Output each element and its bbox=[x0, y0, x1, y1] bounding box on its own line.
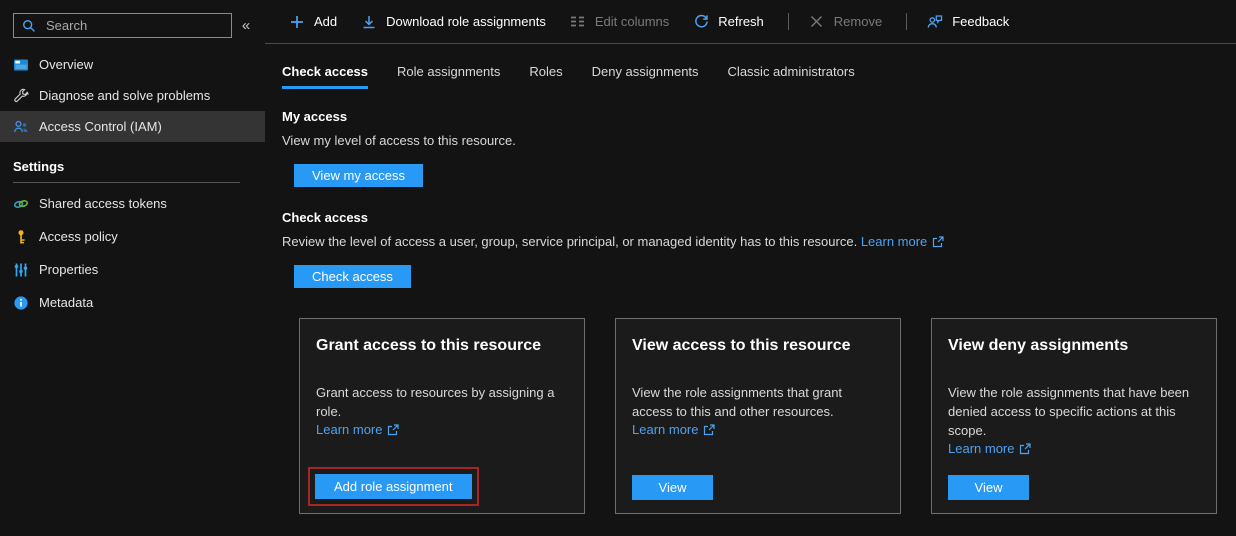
add-button[interactable]: Add bbox=[289, 14, 337, 30]
check-access-description-text: Review the level of access a user, group… bbox=[282, 234, 857, 249]
grant-access-card: Grant access to this resource Grant acce… bbox=[299, 318, 585, 514]
sidebar-item-access-control-iam[interactable]: Access Control (IAM) bbox=[0, 111, 265, 142]
wrench-icon bbox=[13, 88, 29, 104]
command-bar: Add Download role assignments Edit colum… bbox=[265, 0, 1236, 44]
tab-role-assignments[interactable]: Role assignments bbox=[397, 64, 500, 89]
card-title: Grant access to this resource bbox=[316, 336, 568, 356]
sidebar-item-label: Access Control (IAM) bbox=[39, 119, 162, 134]
card-description: View the role assignments that have been… bbox=[948, 383, 1200, 440]
sidebar-item-label: Access policy bbox=[39, 229, 118, 244]
red-annotation-box: Add role assignment bbox=[308, 467, 479, 506]
toolbar-separator bbox=[788, 13, 789, 30]
sidebar-item-label: Metadata bbox=[39, 295, 93, 310]
sidebar-item-shared-access-tokens[interactable]: Shared access tokens bbox=[0, 187, 265, 220]
card-description: Grant access to resources by assigning a… bbox=[316, 383, 568, 421]
key-icon bbox=[13, 229, 29, 245]
external-link-icon bbox=[1019, 443, 1031, 455]
check-access-button[interactable]: Check access bbox=[294, 265, 411, 288]
learn-more-label: Learn more bbox=[632, 422, 698, 437]
tab-classic-administrators[interactable]: Classic administrators bbox=[728, 64, 855, 89]
card-action-row: View bbox=[948, 475, 1200, 500]
learn-more-label: Learn more bbox=[861, 234, 927, 250]
edit-columns-icon bbox=[570, 14, 586, 30]
card-title: View access to this resource bbox=[632, 336, 884, 356]
check-access-description: Review the level of access a user, group… bbox=[282, 234, 1218, 250]
download-icon bbox=[361, 14, 377, 30]
tab-roles[interactable]: Roles bbox=[529, 64, 562, 89]
add-label: Add bbox=[314, 14, 337, 29]
main-pane: Add Download role assignments Edit colum… bbox=[265, 0, 1236, 536]
refresh-icon bbox=[693, 14, 709, 30]
access-cards-row: Grant access to this resource Grant acce… bbox=[299, 318, 1218, 514]
external-link-icon bbox=[387, 424, 399, 436]
plus-icon bbox=[289, 14, 305, 30]
search-input[interactable] bbox=[44, 17, 224, 34]
my-access-title: My access bbox=[282, 109, 1218, 124]
remove-label: Remove bbox=[834, 14, 882, 29]
sidebar-collapse-button[interactable]: « bbox=[232, 17, 260, 34]
settings-divider bbox=[13, 182, 240, 183]
download-role-assignments-button[interactable]: Download role assignments bbox=[361, 14, 546, 30]
learn-more-label: Learn more bbox=[948, 441, 1014, 456]
sidebar-search-row: « bbox=[0, 13, 265, 38]
download-label: Download role assignments bbox=[386, 14, 546, 29]
sidebar-item-label: Overview bbox=[39, 57, 93, 72]
feedback-icon bbox=[927, 14, 943, 30]
external-link-icon bbox=[932, 236, 944, 248]
refresh-button[interactable]: Refresh bbox=[693, 14, 764, 30]
view-my-access-button[interactable]: View my access bbox=[294, 164, 423, 187]
sidebar-item-metadata[interactable]: Metadata bbox=[0, 286, 265, 319]
deny-assignments-view-button[interactable]: View bbox=[948, 475, 1029, 500]
search-icon bbox=[21, 18, 37, 34]
info-icon bbox=[13, 295, 29, 311]
check-access-title: Check access bbox=[282, 210, 1218, 225]
add-role-assignment-button[interactable]: Add role assignment bbox=[315, 474, 472, 499]
my-access-section: My access View my level of access to thi… bbox=[282, 109, 1218, 187]
my-access-description: View my level of access to this resource… bbox=[282, 133, 1218, 149]
sidebar-item-properties[interactable]: Properties bbox=[0, 253, 265, 286]
remove-button[interactable]: Remove bbox=[809, 14, 882, 30]
check-access-section: Check access Review the level of access … bbox=[282, 210, 1218, 288]
view-access-view-button[interactable]: View bbox=[632, 475, 713, 500]
sidebar-search-box[interactable] bbox=[13, 13, 232, 38]
sidebar-nav: Overview Diagnose and solve problems Acc… bbox=[0, 49, 265, 142]
access-control-iam-page: « Overview Diagnose and solve problems A… bbox=[0, 0, 1236, 536]
toolbar-separator bbox=[906, 13, 907, 30]
chain-link-icon bbox=[13, 196, 29, 212]
refresh-label: Refresh bbox=[718, 14, 764, 29]
feedback-button[interactable]: Feedback bbox=[927, 14, 1009, 30]
card-action-row: View bbox=[632, 475, 884, 500]
sliders-icon bbox=[13, 262, 29, 278]
sidebar-item-label: Shared access tokens bbox=[39, 196, 167, 211]
sidebar-settings-nav: Shared access tokens Access policy Prope… bbox=[0, 187, 265, 319]
check-access-tab-content: My access View my level of access to thi… bbox=[265, 89, 1236, 536]
edit-columns-button[interactable]: Edit columns bbox=[570, 14, 669, 30]
tab-deny-assignments[interactable]: Deny assignments bbox=[592, 64, 699, 89]
settings-section-header: Settings bbox=[0, 142, 265, 182]
overview-icon bbox=[13, 57, 29, 73]
resource-sidebar: « Overview Diagnose and solve problems A… bbox=[0, 0, 265, 536]
sidebar-item-access-policy[interactable]: Access policy bbox=[0, 220, 265, 253]
sidebar-item-label: Properties bbox=[39, 262, 98, 277]
grant-access-learn-more-link[interactable]: Learn more bbox=[316, 422, 568, 437]
tab-check-access[interactable]: Check access bbox=[282, 64, 368, 89]
sidebar-item-overview[interactable]: Overview bbox=[0, 49, 265, 80]
card-title: View deny assignments bbox=[948, 336, 1200, 356]
x-icon bbox=[809, 14, 825, 30]
learn-more-label: Learn more bbox=[316, 422, 382, 437]
card-description: View the role assignments that grant acc… bbox=[632, 383, 884, 421]
card-action-row: Add role assignment bbox=[316, 467, 568, 500]
check-access-learn-more-link[interactable]: Learn more bbox=[861, 234, 944, 250]
sidebar-item-diagnose[interactable]: Diagnose and solve problems bbox=[0, 80, 265, 111]
view-access-card: View access to this resource View the ro… bbox=[615, 318, 901, 514]
edit-columns-label: Edit columns bbox=[595, 14, 669, 29]
people-icon bbox=[13, 119, 29, 135]
deny-assignments-learn-more-link[interactable]: Learn more bbox=[948, 441, 1200, 456]
view-deny-assignments-card: View deny assignments View the role assi… bbox=[931, 318, 1217, 514]
tab-bar: Check access Role assignments Roles Deny… bbox=[265, 44, 1236, 89]
feedback-label: Feedback bbox=[952, 14, 1009, 29]
view-access-learn-more-link[interactable]: Learn more bbox=[632, 422, 884, 437]
sidebar-item-label: Diagnose and solve problems bbox=[39, 88, 210, 103]
external-link-icon bbox=[703, 424, 715, 436]
